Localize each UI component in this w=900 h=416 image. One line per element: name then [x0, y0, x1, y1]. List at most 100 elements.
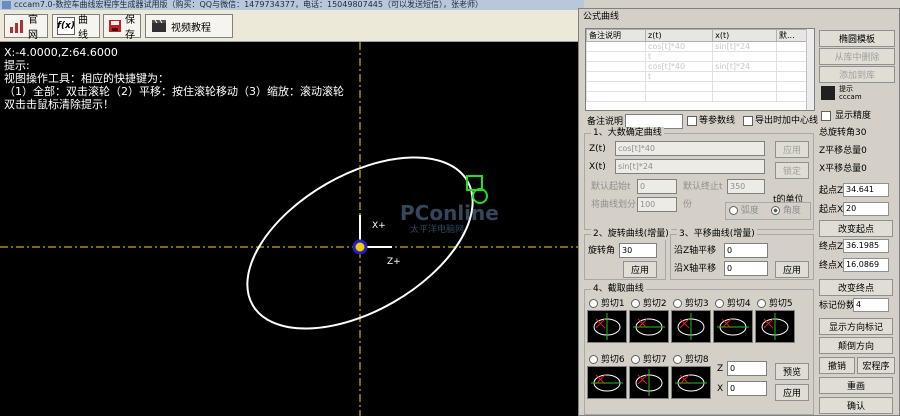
- start-z-input[interactable]: 34.641: [843, 183, 889, 197]
- x-t-input[interactable]: sin[t]*24: [615, 159, 765, 174]
- trim-radio[interactable]: [589, 355, 598, 364]
- table-cell[interactable]: [776, 81, 810, 92]
- save-button[interactable]: 保存: [103, 14, 141, 41]
- table-cell[interactable]: t: [645, 51, 714, 62]
- trim-preview-thumbnail[interactable]: [713, 310, 753, 343]
- trim-radio[interactable]: [589, 299, 598, 308]
- table-cell[interactable]: [712, 51, 778, 62]
- table-cell[interactable]: sin[t]*24: [712, 61, 778, 72]
- trim-option-5[interactable]: 剪切5: [757, 298, 793, 310]
- equal-param-checkbox[interactable]: [687, 116, 697, 126]
- show-precision-checkbox[interactable]: [821, 111, 831, 121]
- table-cell[interactable]: [712, 81, 778, 92]
- trim-preview-thumbnail[interactable]: [671, 366, 711, 399]
- table-row[interactable]: cos[t]*40 sin[t]*24: [586, 61, 810, 72]
- z-shift-input[interactable]: 0: [724, 243, 768, 258]
- mark-count-input[interactable]: 4: [853, 298, 889, 312]
- drawing-canvas[interactable]: X+ Z+ PConline 太平洋电脑网 X:-4.0000,Z:64.600…: [0, 42, 584, 416]
- table-scrollbar[interactable]: [806, 29, 814, 110]
- rotate-angle-input[interactable]: 30: [619, 243, 657, 258]
- table-row[interactable]: t: [586, 51, 810, 62]
- start-x-input[interactable]: 20: [843, 202, 889, 216]
- start-t-input[interactable]: 0: [637, 179, 677, 194]
- trim-option-2[interactable]: 剪切2: [631, 298, 667, 310]
- table-header-cell[interactable]: x(t): [712, 29, 778, 42]
- table-cell[interactable]: [645, 91, 714, 102]
- table-header-cell[interactable]: z(t): [645, 29, 714, 42]
- table-cell[interactable]: [776, 71, 810, 82]
- table-cell[interactable]: [712, 71, 778, 82]
- trim-radio[interactable]: [757, 299, 766, 308]
- trim-preview-thumbnail[interactable]: [755, 310, 795, 343]
- curve-button[interactable]: f(x) 曲线: [52, 14, 100, 41]
- formula-apply-button[interactable]: 应用: [775, 141, 809, 158]
- table-cell[interactable]: t: [645, 71, 714, 82]
- trim-preview-thumbnail[interactable]: [671, 310, 711, 343]
- trim-option-8[interactable]: 剪切8: [673, 354, 709, 366]
- x-shift-input[interactable]: 0: [724, 261, 768, 276]
- formula-table[interactable]: 备注说明 z(t) x(t) 默... cos[t]*40 sin[t]*24 t cos[…: [585, 28, 815, 111]
- change-end-button[interactable]: 改变终点: [819, 279, 893, 296]
- lock-button[interactable]: 锁定: [775, 162, 809, 179]
- trim-preview-thumbnail[interactable]: [587, 366, 627, 399]
- delete-from-library-button[interactable]: 从库中删除: [819, 48, 895, 65]
- table-cell[interactable]: [776, 61, 810, 72]
- trim-preview-button[interactable]: 预览: [775, 363, 809, 380]
- trim-preview-thumbnail[interactable]: [629, 366, 669, 399]
- end-t-input[interactable]: 350: [727, 179, 765, 194]
- trim-option-7[interactable]: 剪切7: [631, 354, 667, 366]
- table-row[interactable]: [586, 91, 810, 102]
- add-to-library-button[interactable]: 添加到库: [819, 66, 895, 83]
- table-cell[interactable]: sin[t]*24: [712, 41, 778, 52]
- degree-radio[interactable]: [771, 206, 780, 215]
- divide-input[interactable]: 100: [637, 197, 677, 212]
- trim-option-6[interactable]: 剪切6: [589, 354, 625, 366]
- table-cell[interactable]: cos[t]*40: [645, 41, 714, 52]
- reverse-direction-button[interactable]: 颠倒方向: [819, 337, 893, 354]
- table-header-cell[interactable]: 备注说明: [586, 29, 647, 42]
- end-x-input[interactable]: 16.0869: [843, 258, 889, 272]
- translate-apply-button[interactable]: 应用: [775, 261, 809, 278]
- cut-x-input[interactable]: 0: [727, 381, 767, 396]
- trim-option-1[interactable]: 剪切1: [589, 298, 625, 310]
- website-button[interactable]: 官网: [4, 14, 48, 41]
- table-cell[interactable]: [586, 61, 647, 72]
- trim-radio[interactable]: [673, 355, 682, 364]
- end-z-input[interactable]: 36.1985: [843, 239, 889, 253]
- unit-degree-option[interactable]: 角度: [771, 205, 801, 217]
- table-row[interactable]: [586, 81, 810, 92]
- table-cell[interactable]: [645, 81, 714, 92]
- trim-option-3[interactable]: 剪切3: [673, 298, 709, 310]
- z-t-input[interactable]: cos[t]*40: [615, 141, 765, 156]
- show-direction-button[interactable]: 显示方向标记: [819, 318, 893, 335]
- trim-radio[interactable]: [715, 299, 724, 308]
- export-centerline-checkbox[interactable]: [743, 116, 753, 126]
- table-cell[interactable]: cos[t]*40: [645, 61, 714, 72]
- undo-button[interactable]: 撤销: [819, 357, 855, 374]
- table-cell[interactable]: [586, 81, 647, 92]
- radian-radio[interactable]: [729, 206, 738, 215]
- change-start-button[interactable]: 改变起点: [819, 220, 893, 237]
- table-cell[interactable]: [586, 41, 647, 52]
- rotate-apply-button[interactable]: 应用: [623, 261, 657, 278]
- table-header-cell[interactable]: 默...: [776, 29, 810, 42]
- trim-radio[interactable]: [631, 299, 640, 308]
- table-cell[interactable]: [712, 91, 778, 102]
- trim-option-4[interactable]: 剪切4: [715, 298, 751, 310]
- trim-radio[interactable]: [631, 355, 640, 364]
- macro-program-button[interactable]: 宏程序: [857, 357, 895, 374]
- table-cell[interactable]: [586, 91, 647, 102]
- confirm-button[interactable]: 确认: [819, 397, 893, 414]
- trim-preview-thumbnail[interactable]: [587, 310, 627, 343]
- table-cell[interactable]: [776, 91, 810, 102]
- unit-radian-option[interactable]: 弧度: [729, 205, 759, 217]
- trim-radio[interactable]: [673, 299, 682, 308]
- table-cell[interactable]: [776, 41, 810, 52]
- redraw-button[interactable]: 重画: [819, 377, 893, 394]
- ellipse-template-button[interactable]: 椭圆模板: [819, 30, 895, 47]
- table-row[interactable]: cos[t]*40 sin[t]*24: [586, 41, 810, 52]
- table-cell[interactable]: [586, 71, 647, 82]
- trim-apply-button[interactable]: 应用: [775, 384, 809, 401]
- table-row[interactable]: t: [586, 71, 810, 82]
- cut-z-input[interactable]: 0: [727, 361, 767, 376]
